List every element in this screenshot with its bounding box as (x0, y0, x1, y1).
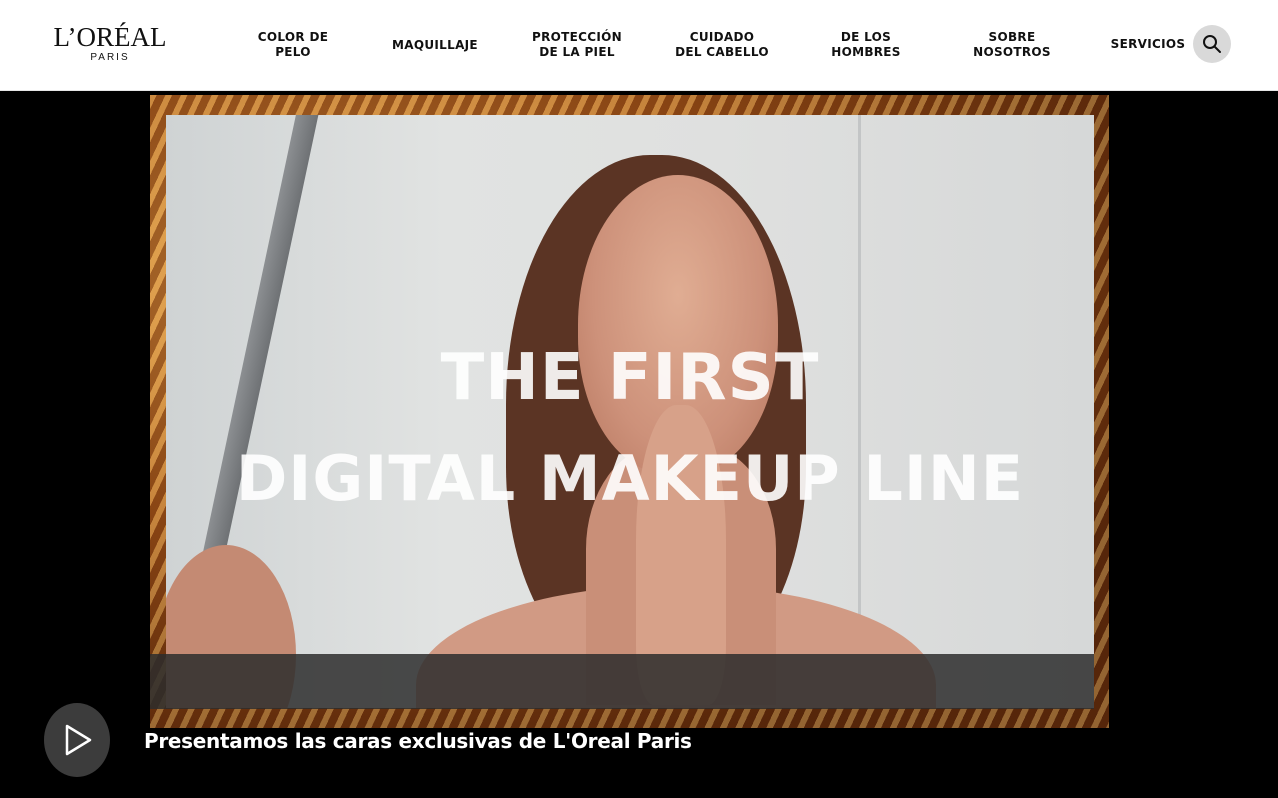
video-headline-line2: DIGITAL MAKEUP LINE (235, 442, 1025, 515)
brand-name: L’ORÉAL (53, 22, 167, 52)
nav-item-maquillaje[interactable]: MAQUILLAJE (370, 38, 500, 53)
nav-item-cuidado-del-cabello[interactable]: CUIDADO DEL CABELLO (657, 30, 787, 60)
site-header: L’ORÉAL PARIS COLOR DE PELO MAQUILLAJE P… (0, 0, 1278, 91)
video-frame: THE FIRST DIGITAL MAKEUP LINE (150, 95, 1109, 728)
nav-item-color-de-pelo[interactable]: COLOR DE PELO (228, 30, 358, 60)
brand-sub: PARIS (90, 52, 130, 63)
video-thumbnail: THE FIRST DIGITAL MAKEUP LINE (166, 115, 1094, 708)
video-player[interactable]: THE FIRST DIGITAL MAKEUP LINE Presentamo… (0, 91, 1278, 798)
search-button[interactable] (1193, 25, 1231, 63)
nav-item-proteccion-de-la-piel[interactable]: PROTECCIÓN DE LA PIEL (512, 30, 642, 60)
nav-item-de-los-hombres[interactable]: DE LOS HOMBRES (801, 30, 931, 60)
video-headline-line1: THE FIRST (440, 341, 820, 415)
nav-item-sobre-nosotros[interactable]: SOBRE NOSOTROS (947, 30, 1077, 60)
video-title: Presentamos las caras exclusivas de L'Or… (144, 729, 692, 753)
brand-logo[interactable]: L’ORÉAL PARIS (48, 22, 172, 64)
play-icon (65, 724, 92, 756)
play-button[interactable] (44, 703, 110, 777)
search-icon (1203, 35, 1221, 53)
caption-bar (150, 654, 1094, 709)
